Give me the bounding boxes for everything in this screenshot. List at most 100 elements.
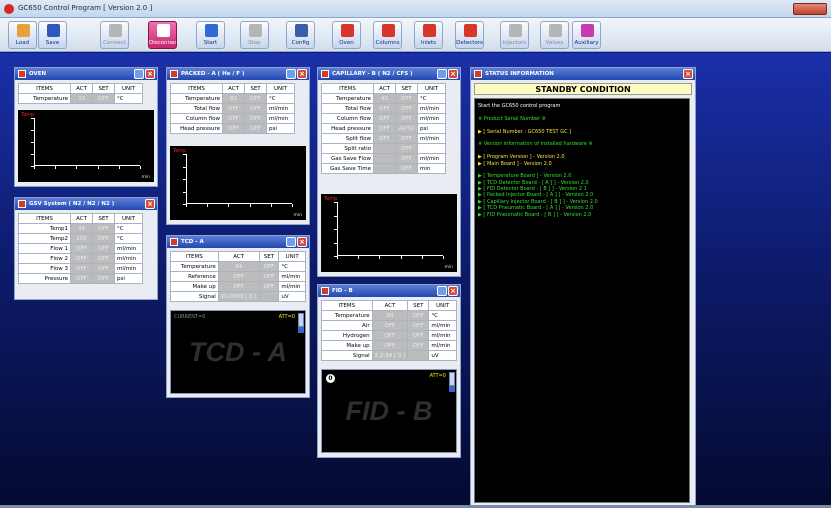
cell-set[interactable]: OFF	[92, 273, 115, 284]
valves-button[interactable]: Valves	[540, 21, 569, 49]
cell-set[interactable]	[407, 350, 430, 361]
cell-set[interactable]: OFF	[395, 93, 418, 104]
status-log: Start the GC650 control program ※ Product…	[474, 98, 690, 503]
cell-set[interactable]: OFF	[407, 340, 430, 351]
inlets-button[interactable]: Inlets	[414, 21, 443, 49]
cell-set[interactable]: OFF	[244, 93, 267, 104]
cell-name: Hydrogen	[321, 330, 373, 341]
cell-set[interactable]: OFF	[244, 123, 267, 134]
cell-set[interactable]: OFF	[258, 281, 280, 292]
cell-name: Temperature	[321, 93, 374, 104]
close-icon[interactable]: ×	[448, 286, 458, 296]
column-header-items: ITEMS	[321, 300, 373, 311]
config-button[interactable]: Config	[286, 21, 315, 49]
tcd-panel-header[interactable]: TCD - A ×	[167, 236, 309, 248]
cell-set[interactable]: AUTO	[395, 123, 418, 134]
connect-button[interactable]: Connect	[100, 21, 129, 49]
cell-set[interactable]: OFF	[244, 103, 267, 114]
cell-set[interactable]: OFF	[92, 263, 115, 274]
cell-set[interactable]: OFF	[395, 133, 418, 144]
cell-set[interactable]: OFF	[395, 103, 418, 114]
panel-icon	[321, 70, 329, 78]
oven-panel-header[interactable]: OVEN ×	[15, 68, 157, 80]
close-icon[interactable]: ×	[297, 237, 307, 247]
config-icon	[295, 24, 308, 37]
scroll-down-button[interactable]	[449, 386, 455, 392]
auxiliary-button[interactable]: Auxiliary	[572, 21, 601, 49]
x-tick	[292, 204, 293, 207]
column-header-items: ITEMS	[170, 251, 219, 262]
cell-set[interactable]: OFF	[395, 153, 418, 164]
scroll-down-button[interactable]	[298, 327, 304, 333]
close-icon[interactable]: ×	[683, 69, 693, 79]
packed-panel-header[interactable]: PACKED - A ( He / F ) ×	[167, 68, 309, 80]
cell-set[interactable]: OFF	[407, 310, 430, 321]
x-tick	[249, 204, 251, 207]
minimize-icon[interactable]	[134, 69, 144, 79]
cell-set[interactable]: OFF	[395, 113, 418, 124]
close-window-button[interactable]	[793, 3, 827, 15]
cell-name: Signal	[321, 350, 373, 361]
fid-panel-header[interactable]: FID - B ×	[318, 285, 460, 297]
table-row: Gas Save Time OFF min	[321, 163, 446, 174]
cell-act: 250	[70, 233, 93, 244]
cell-unit: °C	[266, 93, 295, 104]
cell-set[interactable]: OFF	[92, 243, 115, 254]
panel-icon	[18, 200, 26, 208]
connect-icon	[109, 24, 122, 37]
cell-set[interactable]: OFF	[395, 163, 418, 174]
columns-button[interactable]: Columns	[373, 21, 402, 49]
detectors-button[interactable]: Detectors	[455, 21, 484, 49]
cell-set[interactable]: OFF	[258, 271, 280, 282]
scroll-up-button[interactable]	[298, 313, 304, 327]
oven-button[interactable]: Oven	[332, 21, 361, 49]
cell-set[interactable]: OFF	[395, 143, 418, 154]
cell-set[interactable]: OFF	[92, 93, 115, 104]
status-panel-header[interactable]: STATUS INFORMATION ×	[471, 68, 695, 80]
cell-unit: °C	[114, 93, 143, 104]
capillary-panel-header[interactable]: CAPILLARY - B ( N2 / CFS ) ×	[318, 68, 460, 80]
floppy-icon	[47, 24, 60, 37]
current-readout: CURRENT=0	[174, 314, 206, 320]
table-header-row: ITEMS ACT SET UNIT	[170, 251, 306, 262]
minimize-icon[interactable]	[286, 69, 296, 79]
fid-signal-display: 0 ATT=0 FID - B	[321, 369, 457, 453]
disconnect-button[interactable]: Disconnect	[148, 21, 177, 49]
column-header-unit: UNIT	[417, 83, 446, 94]
close-icon[interactable]: ×	[297, 69, 307, 79]
cell-unit: ml/min	[114, 243, 143, 254]
cell-set[interactable]: OFF	[258, 261, 280, 272]
table-row: Gas Save Flow OFF ml/min	[321, 153, 446, 164]
cell-set[interactable]: OFF	[92, 253, 115, 264]
close-icon[interactable]: ×	[145, 199, 155, 209]
cell-set[interactable]: OFF	[92, 223, 115, 234]
close-icon[interactable]: ×	[145, 69, 155, 79]
injectors-button[interactable]: Injectors	[500, 21, 529, 49]
inlets-icon	[423, 24, 436, 37]
save-button[interactable]: Save	[38, 21, 67, 49]
cell-set[interactable]: OFF	[244, 113, 267, 124]
cell-set[interactable]: OFF	[407, 320, 430, 331]
minimize-icon[interactable]	[286, 237, 296, 247]
gsv-panel: GSV System ( N2 / N2 / N2 ) × ITEMS ACT SE…	[14, 197, 158, 300]
oven-table: ITEMS ACT SET UNIT Temperature 33 OFF °C	[18, 83, 143, 104]
cell-act: OFF	[70, 243, 93, 254]
cell-unit: °C	[428, 310, 457, 321]
cell-act: 82	[222, 93, 245, 104]
cell-set[interactable]	[258, 291, 280, 302]
cell-set[interactable]: OFF	[407, 330, 430, 341]
start-button[interactable]: Start	[196, 21, 225, 49]
cell-name: Signal	[170, 291, 219, 302]
cell-set[interactable]: OFF	[92, 233, 115, 244]
minimize-icon[interactable]	[437, 69, 447, 79]
stop-button[interactable]: Stop	[240, 21, 269, 49]
attenuation-readout: ATT=0	[278, 314, 295, 320]
table-row: Make up OFF OFF ml/min	[321, 340, 457, 351]
table-header-row: ITEMS ACT SET UNIT	[170, 83, 295, 94]
minimize-icon[interactable]	[437, 286, 447, 296]
scroll-up-button[interactable]	[449, 372, 455, 386]
close-icon[interactable]: ×	[448, 69, 458, 79]
cell-name: Temp2	[18, 233, 71, 244]
gsv-panel-header[interactable]: GSV System ( N2 / N2 / N2 ) ×	[15, 198, 157, 210]
load-button[interactable]: Load	[8, 21, 37, 49]
